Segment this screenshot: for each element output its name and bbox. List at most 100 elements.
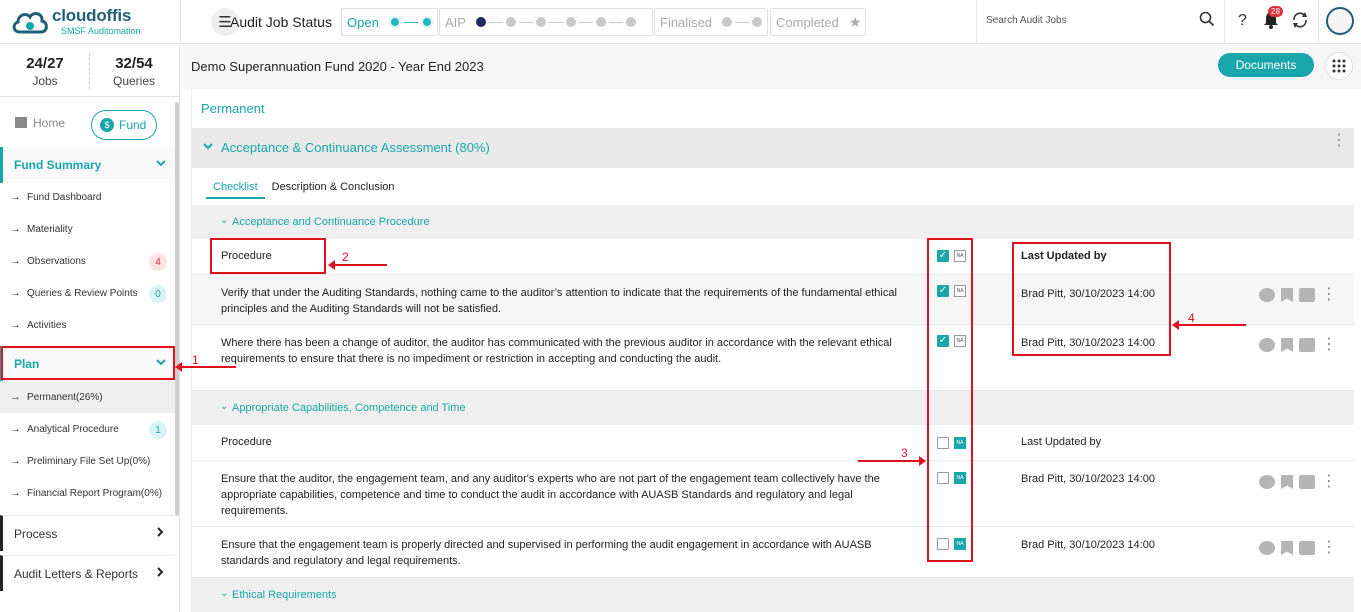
nav-analytical-procedure[interactable]: → Analytical Procedure 1: [0, 413, 175, 445]
jobs-stat[interactable]: 24/27 Jobs: [10, 55, 80, 88]
chevron-down-icon: [155, 157, 167, 172]
tab-description-conclusion[interactable]: Description & Conclusion: [265, 175, 402, 199]
home-label: Home: [33, 116, 66, 130]
tab-checklist[interactable]: Checklist: [206, 175, 265, 199]
group-acceptance-title: Acceptance and Continuance Procedure: [232, 216, 430, 228]
chevron-down-icon: ⌄: [220, 215, 229, 226]
comment-icon[interactable]: [1259, 288, 1275, 302]
stats-separator: [89, 53, 90, 89]
query-icon[interactable]: [1299, 338, 1315, 352]
nav-permanent-label: Permanent(26%): [27, 391, 103, 403]
status-open[interactable]: Open: [341, 8, 438, 36]
notification-count-badge: 28: [1268, 6, 1283, 17]
stats-panel: 24/27 Jobs 32/54 Queries: [0, 45, 180, 97]
audit-letters-header[interactable]: Audit Letters & Reports: [0, 555, 175, 591]
nav-observations[interactable]: → Observations 4: [0, 245, 175, 277]
status-aip[interactable]: AIP: [439, 8, 653, 36]
procedure-header: Procedure: [221, 436, 272, 448]
annotation-number-4: 4: [1188, 311, 1195, 325]
sidebar-scrollbar[interactable]: [175, 102, 179, 516]
query-icon[interactable]: [1299, 475, 1315, 489]
comment-icon[interactable]: [1259, 475, 1275, 489]
query-icon[interactable]: [1299, 541, 1315, 555]
nav-queries-review-points[interactable]: → Queries & Review Points 0: [0, 277, 175, 309]
table-row: Verify that under the Auditing Standards…: [192, 275, 1354, 325]
kebab-menu-icon[interactable]: ⋮: [1321, 337, 1337, 353]
group-capabilities-title: Appropriate Capabilities, Competence and…: [232, 402, 466, 414]
accordion-title: Acceptance & Continuance Assessment (80%…: [221, 140, 490, 155]
chevron-down-icon: [202, 140, 214, 155]
arrow-right-icon: →: [10, 487, 21, 499]
nav-activities[interactable]: → Activities: [0, 309, 175, 341]
status-completed[interactable]: Completed ★: [770, 8, 866, 36]
nav-financial-label: Financial Report Program(0%): [27, 487, 163, 499]
nav-queries-label: Queries & Review Points: [27, 287, 138, 299]
bookmark-icon[interactable]: [1281, 338, 1293, 352]
accordion-header[interactable]: Acceptance & Continuance Assessment (80%…: [192, 128, 1354, 168]
arrow-right-icon: →: [10, 423, 21, 435]
nav-fund-dashboard-label: Fund Dashboard: [27, 191, 102, 203]
group-acceptance-header[interactable]: ⌄ Acceptance and Continuance Procedure: [192, 205, 1354, 239]
help-icon[interactable]: ?: [1238, 12, 1247, 30]
bookmark-icon[interactable]: [1281, 541, 1293, 555]
analytical-count-badge: 1: [149, 421, 167, 439]
nav-activities-label: Activities: [27, 319, 67, 331]
kebab-menu-icon[interactable]: ⋮: [1331, 133, 1347, 149]
nav-materiality[interactable]: → Materiality: [0, 213, 175, 245]
brand-name: cloudoffis: [52, 6, 132, 25]
group-capabilities-header[interactable]: ⌄ Appropriate Capabilities, Competence a…: [192, 391, 1354, 425]
apps-grid-button[interactable]: [1325, 52, 1353, 80]
table-row: Where there has been a change of auditor…: [192, 325, 1354, 391]
cloudoffis-logo[interactable]: cloudoffis SMSF Auditomation: [10, 4, 180, 40]
status-finalised[interactable]: Finalised: [654, 8, 768, 36]
bookmark-icon[interactable]: [1281, 475, 1293, 489]
annotation-box-plan: [1, 346, 175, 380]
sync-icon[interactable]: [1290, 10, 1310, 35]
chevron-right-icon: [155, 526, 165, 541]
nav-permanent[interactable]: → Permanent(26%): [0, 381, 175, 413]
queries-stat[interactable]: 32/54 Queries: [99, 55, 169, 88]
annotation-number-3: 3: [901, 446, 908, 460]
comment-icon[interactable]: [1259, 338, 1275, 352]
comment-icon[interactable]: [1259, 541, 1275, 555]
bookmark-icon[interactable]: [1281, 288, 1293, 302]
arrow-right-icon: →: [10, 391, 21, 403]
cloud-logo-icon: [12, 12, 48, 34]
procedure-text: Where there has been a change of auditor…: [221, 337, 892, 365]
last-updated-value: Brad Pitt, 30/10/2023 14:00: [1021, 539, 1155, 551]
arrow-right-icon: →: [10, 287, 21, 299]
top-bar: cloudoffis SMSF Auditomation ☰ Audit Job…: [0, 0, 1361, 44]
fund-title: Demo Superannuation Fund 2020 - Year End…: [191, 59, 484, 74]
grid-icon: [1332, 59, 1346, 73]
status-open-label: Open: [347, 14, 379, 30]
table-header-row: Procedure NA Last Updated by: [192, 425, 1354, 461]
fund-summary-header[interactable]: Fund Summary: [0, 147, 175, 183]
chevron-right-icon: [155, 566, 165, 581]
arrow-right-icon: →: [10, 455, 21, 467]
search-divider: [976, 0, 977, 44]
arrow-right-icon: →: [10, 191, 21, 203]
search-input[interactable]: Search Audit Jobs: [986, 15, 1067, 26]
nav-preliminary-label: Preliminary File Set Up(0%): [27, 455, 151, 467]
fund-tab[interactable]: $ Fund: [91, 110, 157, 140]
nav-materiality-label: Materiality: [27, 223, 73, 235]
query-icon[interactable]: [1299, 288, 1315, 302]
user-avatar[interactable]: [1326, 7, 1354, 35]
procedure-text: Verify that under the Auditing Standards…: [221, 287, 897, 315]
fund-label: Fund: [119, 118, 147, 132]
search-icon[interactable]: [1199, 11, 1215, 32]
nav-preliminary-file-setup[interactable]: → Preliminary File Set Up(0%): [0, 445, 175, 477]
kebab-menu-icon[interactable]: ⋮: [1321, 540, 1337, 556]
documents-button[interactable]: Documents: [1218, 53, 1314, 77]
nav-fund-dashboard[interactable]: → Fund Dashboard: [0, 181, 175, 213]
home-link[interactable]: Home: [15, 116, 65, 130]
nav-financial-report-program[interactable]: → Financial Report Program(0%): [0, 477, 175, 509]
group-ethical-header[interactable]: ⌄ Ethical Requirements: [192, 578, 1354, 612]
table-row: Ensure that the engagement team is prope…: [192, 527, 1354, 578]
kebab-menu-icon[interactable]: ⋮: [1321, 474, 1337, 490]
section-title: Permanent: [201, 101, 265, 116]
process-header[interactable]: Process: [0, 515, 175, 551]
fund-summary-title: Fund Summary: [14, 158, 102, 172]
kebab-menu-icon[interactable]: ⋮: [1321, 287, 1337, 303]
audit-letters-label: Audit Letters & Reports: [14, 566, 139, 581]
